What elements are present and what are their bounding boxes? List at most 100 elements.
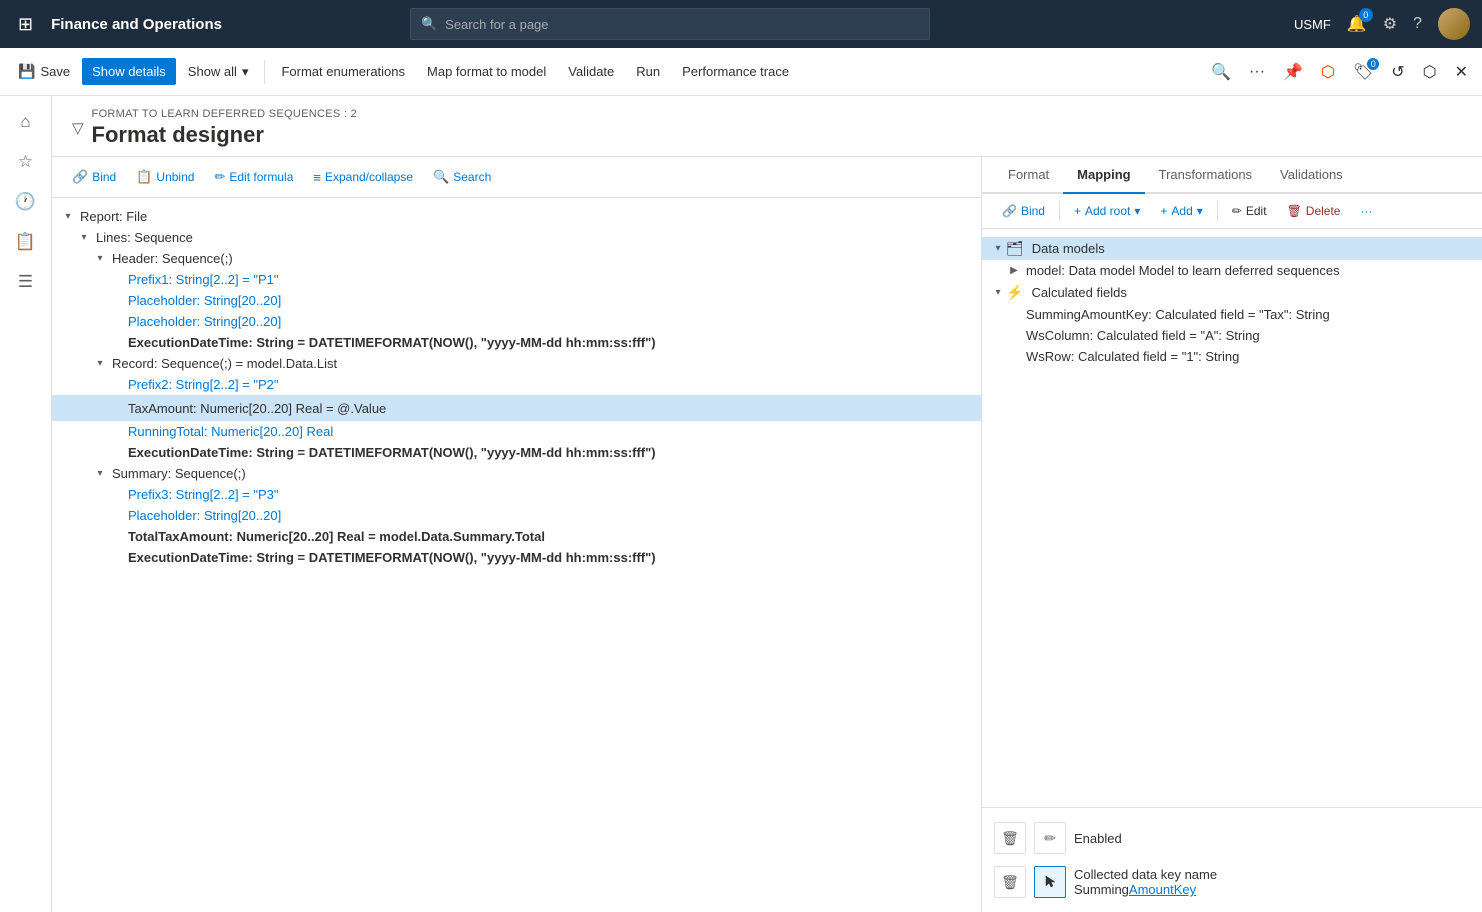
tree-item[interactable]: Placeholder: String[20..20] — [52, 311, 981, 332]
tree-arrow: ▾ — [92, 358, 108, 369]
map-item-calculated-fields[interactable]: ▾ ⚡ Calculated fields — [982, 281, 1482, 304]
expand-icon: ≡ — [313, 170, 321, 185]
delete-button[interactable]: 🗑 Delete — [1279, 200, 1349, 222]
calc-field-icon: ⚡ — [1006, 284, 1023, 301]
tree-item[interactable]: Placeholder: String[20..20] — [52, 290, 981, 311]
left-sidebar: ⌂ ☆ 🕐 📋 ☰ — [0, 96, 52, 912]
tree-node-label: ExecutionDateTime: String = DATETIMEFORM… — [124, 445, 660, 460]
tab-mapping[interactable]: Mapping — [1063, 157, 1144, 194]
toolbar-refresh-button[interactable]: ↺ — [1385, 58, 1410, 86]
tree-arrow: ▾ — [92, 468, 108, 479]
grid-icon[interactable]: ⊞ — [12, 8, 39, 41]
show-details-button[interactable]: Show details — [82, 58, 176, 85]
map-item-wsrow[interactable]: WsRow: Calculated field = "1": String — [982, 346, 1482, 367]
nav-username: USMF — [1294, 17, 1331, 32]
enabled-edit-button[interactable]: ✏ — [1034, 822, 1066, 854]
run-button[interactable]: Run — [626, 58, 670, 85]
map-item-data-models[interactable]: ▾ 🗂 Data models — [982, 237, 1482, 260]
format-panel: 🔗 Bind 📋 Unbind ✏ Edit formula ≡ Expand/… — [52, 157, 982, 912]
validate-button[interactable]: Validate — [558, 58, 624, 85]
edit-icon: ✏ — [1232, 204, 1242, 218]
sidebar-favorites-icon[interactable]: ☆ — [8, 144, 44, 180]
settings-icon[interactable]: ⚙ — [1383, 14, 1397, 34]
map-node-label: SummingAmountKey: Calculated field = "Ta… — [1022, 307, 1334, 322]
collected-key-link[interactable]: AmountKey — [1129, 882, 1196, 897]
tree-item[interactable]: ▾ Report: File — [52, 206, 981, 227]
expand-collapse-button[interactable]: ≡ Expand/collapse — [305, 166, 421, 189]
tab-validations[interactable]: Validations — [1266, 157, 1357, 194]
map-item-model[interactable]: ▶ model: Data model Model to learn defer… — [982, 260, 1482, 281]
notification-icon[interactable]: 🔔 0 — [1347, 14, 1367, 34]
tab-transformations[interactable]: Transformations — [1145, 157, 1266, 194]
edit-button[interactable]: ✏ Edit — [1224, 200, 1275, 222]
bind-button[interactable]: 🔗 Bind — [64, 165, 124, 189]
enabled-delete-button[interactable]: 🗑 — [994, 822, 1026, 854]
sidebar-menu-icon[interactable]: ☰ — [8, 264, 44, 300]
more-button[interactable]: ··· — [1352, 200, 1380, 222]
tree-item[interactable]: Prefix1: String[2..2] = "P1" — [52, 269, 981, 290]
tree-item[interactable]: ▾ Record: Sequence(;) = model.Data.List — [52, 353, 981, 374]
tree-item[interactable]: ExecutionDateTime: String = DATETIMEFORM… — [52, 547, 981, 568]
tree-item[interactable]: Prefix3: String[2..2] = "P3" — [52, 484, 981, 505]
toolbar-more-button[interactable]: ··· — [1243, 59, 1271, 85]
collected-key-row: 🗑 Collected data key name SummingAmountK… — [994, 860, 1470, 904]
tree-node-label: TaxAmount: Numeric[20..20] Real = @.Valu… — [124, 401, 390, 416]
tree-item[interactable]: Placeholder: String[20..20] — [52, 505, 981, 526]
tree-node-label: Summary: Sequence(;) — [108, 466, 250, 481]
tree-item[interactable]: TotalTaxAmount: Numeric[20..20] Real = m… — [52, 526, 981, 547]
chevron-down-icon: ▾ — [1134, 204, 1140, 218]
user-avatar[interactable] — [1438, 8, 1470, 40]
content-area: ▽ FORMAT TO LEARN DEFERRED SEQUENCES : 2… — [52, 96, 1482, 912]
collected-delete-button[interactable]: 🗑 — [994, 866, 1026, 898]
sidebar-recent-icon[interactable]: 🕐 — [8, 184, 44, 220]
mapping-panel: Format Mapping Transformations Validatio… — [982, 157, 1482, 912]
toolbar-close-button[interactable]: ✕ — [1449, 58, 1474, 86]
tree-item[interactable]: RunningTotal: Numeric[20..20] Real — [52, 421, 981, 442]
tab-format[interactable]: Format — [994, 157, 1063, 194]
tree-item[interactable]: ▾ Header: Sequence(;) — [52, 248, 981, 269]
map-item-wscolumn[interactable]: WsColumn: Calculated field = "A": String — [982, 325, 1482, 346]
toolbar-separator-1 — [264, 60, 265, 84]
help-icon[interactable]: ? — [1413, 15, 1422, 33]
map-node-label: Data models — [1028, 241, 1109, 256]
toolbar-office-button[interactable]: ⬡ — [1315, 58, 1341, 86]
plus-icon: + — [1160, 204, 1167, 218]
tree-item[interactable]: Prefix2: String[2..2] = "P2" — [52, 374, 981, 395]
tree-node-label: Prefix3: String[2..2] = "P3" — [124, 487, 283, 502]
mapping-bottom: 🗑 ✏ Enabled 🗑 Collected data — [982, 807, 1482, 912]
toolbar-search-button[interactable]: 🔍 — [1205, 58, 1237, 86]
drag-handle[interactable] — [969, 398, 977, 418]
toolbar-pin-button[interactable]: 📌 — [1277, 58, 1309, 86]
tree-item[interactable]: ExecutionDateTime: String = DATETIMEFORM… — [52, 332, 981, 353]
add-button[interactable]: + Add ▾ — [1152, 200, 1210, 222]
map-format-button[interactable]: Map format to model — [417, 58, 556, 85]
nav-search-bar[interactable]: 🔍 — [410, 8, 930, 40]
performance-trace-button[interactable]: Performance trace — [672, 58, 799, 85]
tree-item-selected[interactable]: TaxAmount: Numeric[20..20] Real = @.Valu… — [52, 395, 981, 421]
mapping-bind-button[interactable]: 🔗 Bind — [994, 200, 1053, 222]
search-button[interactable]: 🔍 Search — [425, 165, 499, 189]
main-toolbar: 💾 Save Show details Show all ▾ Format en… — [0, 48, 1482, 96]
map-arrow: ▶ — [1006, 265, 1022, 276]
collected-edit-button[interactable] — [1034, 866, 1066, 898]
add-root-button[interactable]: + Add root ▾ — [1066, 200, 1148, 222]
save-button[interactable]: 💾 Save — [8, 57, 80, 86]
nav-search-input[interactable] — [445, 17, 919, 32]
tree-arrow: ▾ — [76, 232, 92, 243]
filter-icon[interactable]: ▽ — [72, 119, 84, 137]
sidebar-home-icon[interactable]: ⌂ — [8, 104, 44, 140]
show-all-button[interactable]: Show all ▾ — [178, 58, 259, 86]
tree-item[interactable]: ExecutionDateTime: String = DATETIMEFORM… — [52, 442, 981, 463]
tree-item[interactable]: ▾ Summary: Sequence(;) — [52, 463, 981, 484]
format-enumerations-button[interactable]: Format enumerations — [271, 58, 415, 85]
unbind-button[interactable]: 📋 Unbind — [128, 165, 202, 189]
app-title: Finance and Operations — [51, 16, 222, 33]
format-toolbar: 🔗 Bind 📋 Unbind ✏ Edit formula ≡ Expand/… — [52, 157, 981, 198]
tree-node-label: RunningTotal: Numeric[20..20] Real — [124, 424, 337, 439]
sidebar-workspace-icon[interactable]: 📋 — [8, 224, 44, 260]
toolbar-badge-button[interactable]: 🏷 0 — [1347, 58, 1379, 86]
tree-item[interactable]: ▾ Lines: Sequence — [52, 227, 981, 248]
edit-formula-button[interactable]: ✏ Edit formula — [206, 165, 301, 189]
map-item-summing[interactable]: SummingAmountKey: Calculated field = "Ta… — [982, 304, 1482, 325]
toolbar-expand-button[interactable]: ⬡ — [1417, 58, 1443, 86]
